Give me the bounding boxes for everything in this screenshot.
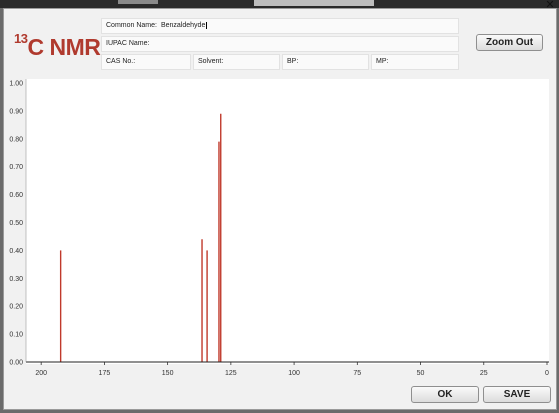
title-strip [0, 0, 559, 8]
x-tick-label: 75 [353, 370, 361, 377]
y-tick-label: 0.80 [9, 136, 23, 143]
y-tick-label: 0.50 [9, 220, 23, 227]
iupac-name-field[interactable]: IUPAC Name: [101, 36, 459, 52]
save-button[interactable]: SAVE [483, 386, 551, 403]
iupac-name-label: IUPAC Name: [106, 40, 150, 47]
y-tick-label: 0.60 [9, 192, 23, 199]
common-name-label: Common Name: [106, 22, 157, 29]
y-tick-label: 0.30 [9, 276, 23, 283]
x-tick-label: 0 [545, 370, 549, 377]
plot-area [26, 79, 549, 364]
title-main: C NMR [27, 34, 101, 60]
spectrum-svg: 0.00 0.10 0.20 0.30 0.40 0.50 0.60 0.70 0.80 0.90… [9, 79, 549, 377]
common-name-value[interactable]: Benzaldehyde [160, 22, 208, 29]
bp-label: BP: [287, 58, 299, 65]
title-strip-tab-2 [254, 0, 374, 6]
y-tick-label: 0.90 [9, 108, 23, 115]
y-tick-label: 0.20 [9, 304, 23, 311]
common-name-field[interactable]: Common Name: Benzaldehyde [101, 18, 459, 34]
solvent-field[interactable]: Solvent: [193, 54, 280, 70]
bp-field[interactable]: BP: [282, 54, 369, 70]
solvent-label: Solvent: [198, 58, 224, 65]
y-tick-label: 0.70 [9, 164, 23, 171]
x-tick-label: 25 [480, 370, 488, 377]
x-tick-label: 200 [35, 370, 47, 377]
mp-label: MP: [376, 58, 389, 65]
page-title: 13C NMR [14, 31, 101, 61]
cas-number-field[interactable]: CAS No.: [101, 54, 191, 70]
zoom-out-button[interactable]: Zoom Out [476, 34, 543, 51]
y-tick-label: 0.10 [9, 332, 23, 339]
ok-button[interactable]: OK [411, 386, 479, 403]
nmr-spectrum-chart: 0.00 0.10 0.20 0.30 0.40 0.50 0.60 0.70 0.80 0.90… [8, 79, 549, 385]
x-tick-label: 100 [288, 370, 300, 377]
x-tick-label: 150 [162, 370, 174, 377]
cas-number-label: CAS No.: [106, 58, 136, 65]
x-tick-label: 50 [417, 370, 425, 377]
title-strip-tab [118, 0, 158, 4]
y-tick-label: 0.40 [9, 248, 23, 255]
mp-field[interactable]: MP: [371, 54, 459, 70]
x-tick-label: 175 [99, 370, 111, 377]
title-superscript: 13 [14, 31, 28, 46]
x-tick-label: 125 [225, 370, 237, 377]
y-tick-label: 1.00 [9, 81, 23, 88]
y-tick-label: 0.00 [9, 360, 23, 367]
